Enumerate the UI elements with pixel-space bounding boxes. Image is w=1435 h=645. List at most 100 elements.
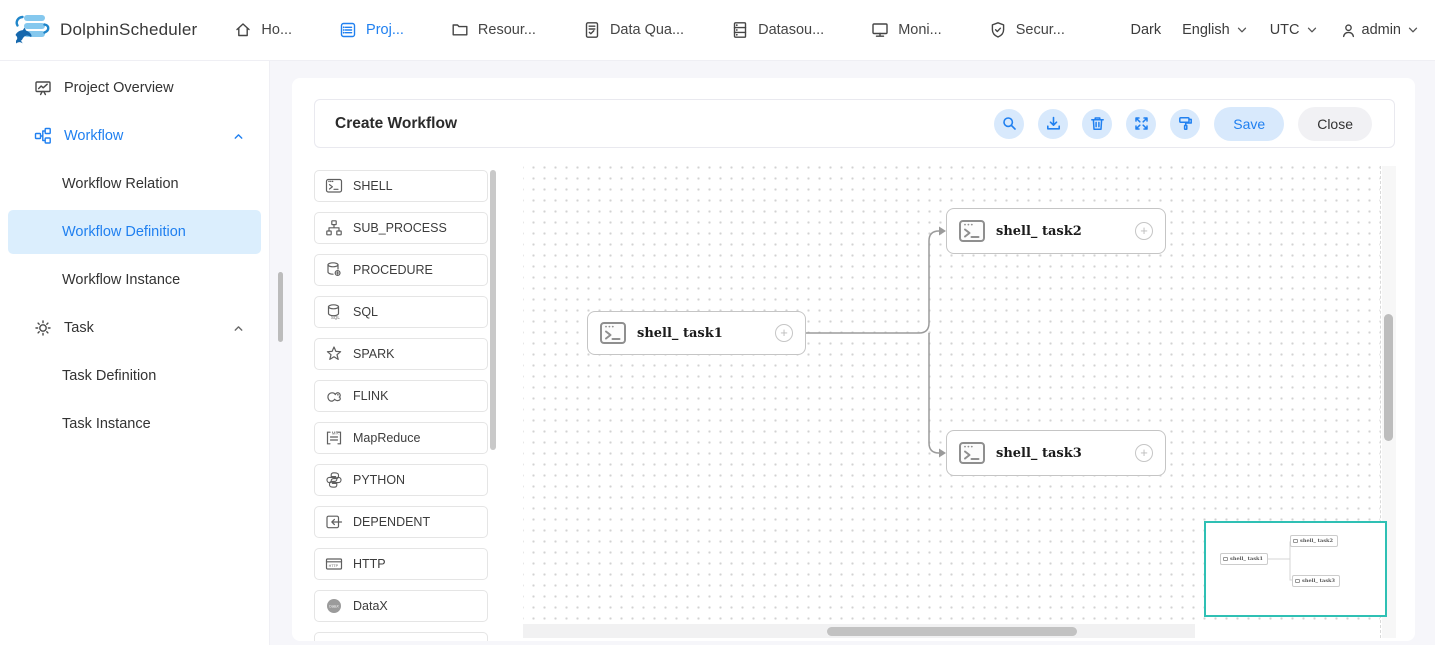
palette-item-partial[interactable] xyxy=(314,632,488,641)
download-button[interactable] xyxy=(1038,109,1068,139)
minimap-node: shell_ task2 xyxy=(1290,535,1338,547)
palette-item-label: HTTP xyxy=(353,557,386,571)
add-connection-icon[interactable]: + xyxy=(775,324,793,342)
palette-item-mapreduce[interactable]: MR MapReduce xyxy=(314,422,488,454)
timezone-dropdown[interactable]: UTC xyxy=(1270,22,1319,38)
project-overview-icon xyxy=(34,79,52,97)
brand[interactable]: DolphinScheduler xyxy=(0,12,197,48)
top-navbar: DolphinScheduler Ho... Proj... xyxy=(0,0,1435,61)
palette-item-procedure[interactable]: PROCEDURE xyxy=(314,254,488,286)
nav-item-label: Datasou... xyxy=(758,22,824,38)
task-node-shell-task1[interactable]: shell_ task1 + xyxy=(587,311,806,355)
http-icon: HTTP xyxy=(325,555,343,573)
minimap-node-icon xyxy=(1295,579,1300,583)
canvas-minimap[interactable]: shell_ task1 shell_ task2 shell_ task3 xyxy=(1204,521,1387,617)
monitor-icon xyxy=(871,21,889,39)
sidebar-item-task-instance[interactable]: Task Instance xyxy=(0,400,269,448)
fullscreen-button[interactable] xyxy=(1126,109,1156,139)
username-label: admin xyxy=(1362,22,1402,38)
chevron-up-icon xyxy=(232,322,245,335)
sidebar-item-workflow-relation[interactable]: Workflow Relation xyxy=(0,160,269,208)
trash-icon xyxy=(1089,115,1106,132)
user-menu[interactable]: admin xyxy=(1340,22,1421,39)
project-icon xyxy=(339,21,357,39)
chevron-down-icon xyxy=(1235,23,1249,37)
save-button[interactable]: Save xyxy=(1214,107,1284,141)
sidebar-item-workflow-definition[interactable]: Workflow Definition xyxy=(8,210,261,254)
sidebar-item-label: Project Overview xyxy=(64,80,174,96)
svg-text:DataX: DataX xyxy=(329,604,339,608)
sidebar-item-workflow-instance[interactable]: Workflow Instance xyxy=(0,256,269,304)
nav-item-monitor[interactable]: Moni... xyxy=(871,21,942,39)
sidebar-item-task-definition[interactable]: Task Definition xyxy=(0,352,269,400)
navbar-right-controls: Dark English UTC admin xyxy=(1131,22,1435,39)
chevron-down-icon xyxy=(1406,23,1420,37)
sidebar-item-label: Workflow Relation xyxy=(62,176,179,192)
shell-node-icon xyxy=(959,220,985,242)
minimap-node-icon xyxy=(1223,557,1228,561)
sidebar-scrollbar[interactable] xyxy=(278,272,283,342)
page-title: Create Workflow xyxy=(335,115,457,133)
palette-item-label: SUB_PROCESS xyxy=(353,221,447,235)
theme-toggle[interactable]: Dark xyxy=(1131,22,1162,38)
canvas-horizontal-scrollbar-thumb[interactable] xyxy=(827,627,1077,636)
nav-item-datasource[interactable]: Datasou... xyxy=(731,21,824,39)
paint-roller-icon xyxy=(1177,115,1194,132)
palette-item-label: FLINK xyxy=(353,389,388,403)
language-dropdown[interactable]: English xyxy=(1182,22,1249,38)
svg-text:MR: MR xyxy=(332,430,339,435)
palette-item-spark[interactable]: SPARK xyxy=(314,338,488,370)
sidebar-item-label: Workflow Definition xyxy=(62,224,186,240)
sidebar-item-workflow[interactable]: Workflow xyxy=(0,112,269,160)
palette-item-sql[interactable]: SQL SQL xyxy=(314,296,488,328)
chevron-up-icon xyxy=(232,130,245,143)
home-icon xyxy=(234,21,252,39)
theme-toggle-label: Dark xyxy=(1131,22,1162,38)
sidebar-item-task[interactable]: Task xyxy=(0,304,269,352)
task-palette: SHELL SUB_PROCESS xyxy=(314,170,488,641)
palette-item-http[interactable]: HTTP HTTP xyxy=(314,548,488,580)
workflow-editor-card: Create Workflow xyxy=(292,78,1415,641)
format-layout-button[interactable] xyxy=(1170,109,1200,139)
workflow-icon xyxy=(34,127,52,145)
nav-item-data-quality[interactable]: Data Qua... xyxy=(583,21,684,39)
palette-item-flink[interactable]: FLINK xyxy=(314,380,488,412)
palette-item-sub-process[interactable]: SUB_PROCESS xyxy=(314,212,488,244)
palette-item-shell[interactable]: SHELL xyxy=(314,170,488,202)
palette-item-python[interactable]: PYTHON xyxy=(314,464,488,496)
folder-icon xyxy=(451,21,469,39)
security-icon xyxy=(989,21,1007,39)
sidebar-item-project-overview[interactable]: Project Overview xyxy=(0,64,269,112)
nav-item-resources[interactable]: Resour... xyxy=(451,21,536,39)
delete-button[interactable] xyxy=(1082,109,1112,139)
palette-item-dependent[interactable]: DEPENDENT xyxy=(314,506,488,538)
sidebar-item-label: Task xyxy=(64,320,94,336)
palette-item-label: PROCEDURE xyxy=(353,263,433,277)
task-node-label: shell_ task2 xyxy=(996,224,1082,239)
nav-item-security[interactable]: Secur... xyxy=(989,21,1065,39)
editor-header: Create Workflow xyxy=(314,99,1395,148)
nav-item-label: Secur... xyxy=(1016,22,1065,38)
close-button[interactable]: Close xyxy=(1298,107,1372,141)
mapreduce-icon: MR xyxy=(325,429,343,447)
svg-text:SQL: SQL xyxy=(331,315,340,320)
shell-task-icon xyxy=(325,177,343,195)
palette-item-datax[interactable]: DataX DataX xyxy=(314,590,488,622)
palette-scrollbar[interactable] xyxy=(490,170,496,450)
add-connection-icon[interactable]: + xyxy=(1135,222,1153,240)
search-button[interactable] xyxy=(994,109,1024,139)
nav-item-home[interactable]: Ho... xyxy=(234,21,292,39)
nav-item-label: Moni... xyxy=(898,22,942,38)
task-node-shell-task3[interactable]: shell_ task3 + xyxy=(946,430,1166,476)
add-connection-icon[interactable]: + xyxy=(1135,444,1153,462)
minimap-node: shell_ task3 xyxy=(1292,575,1340,587)
nav-item-project[interactable]: Proj... xyxy=(339,21,404,39)
search-icon xyxy=(1001,115,1018,132)
main-nav-menu: Ho... Proj... Resour... xyxy=(234,21,1064,39)
palette-item-label: MapReduce xyxy=(353,431,420,445)
nav-item-label: Proj... xyxy=(366,22,404,38)
canvas-vertical-scrollbar-thumb[interactable] xyxy=(1384,314,1393,441)
shell-node-icon xyxy=(600,322,626,344)
left-sidebar: Project Overview Workflow Workflow Relat… xyxy=(0,61,270,645)
task-node-shell-task2[interactable]: shell_ task2 + xyxy=(946,208,1166,254)
